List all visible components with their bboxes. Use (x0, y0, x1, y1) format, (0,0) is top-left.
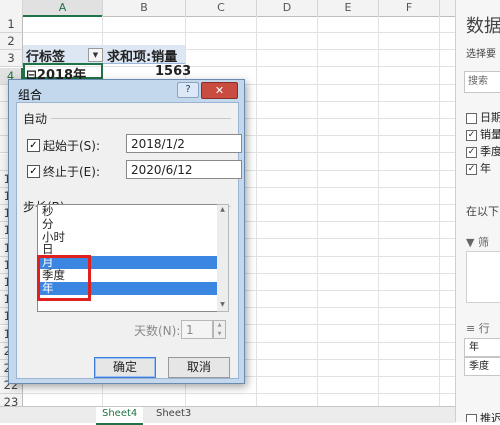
column-header-b[interactable]: B (103, 0, 186, 17)
start-label: 起始于(S): (43, 139, 101, 153)
start-input[interactable]: 2018/1/2 (126, 134, 242, 153)
days-input[interactable]: 1 (181, 320, 213, 339)
close-button[interactable]: ✕ (201, 82, 238, 99)
rows-area-label: ≡ 行 (466, 322, 490, 335)
row-header[interactable]: 1 (0, 16, 23, 33)
divider (51, 118, 231, 119)
field-quarter-checkbox[interactable]: ✓ (466, 146, 477, 158)
tab-sheet4[interactable]: Sheet4 (96, 407, 144, 425)
rows-area-item-year[interactable]: 年 (464, 338, 500, 357)
field-year-checkbox[interactable]: ✓ (466, 163, 477, 175)
gridline (23, 32, 455, 33)
column-header-a[interactable]: A (23, 0, 103, 17)
pivot-field-list-pane: 数据 选择要 搜索 日期 ✓ 销量 ✓ 季度 ✓ 年 在以下 ▼ 筛 ≡ 行 年 季度… (455, 0, 500, 422)
corner-select-all[interactable] (0, 0, 23, 17)
cancel-button[interactable]: 取消 (168, 357, 230, 378)
days-label: 天数(N): (134, 324, 181, 338)
gridline (439, 16, 440, 406)
scroll-up-icon[interactable]: ▲ (217, 205, 228, 215)
days-spinner[interactable]: ▲ ▼ (213, 320, 226, 339)
filter-area[interactable] (466, 251, 500, 303)
pivot-sum-header: 求和项:销量 (107, 50, 178, 65)
field-quarter[interactable]: ✓ 季度 (466, 143, 500, 159)
step-list-item[interactable]: 秒 (38, 205, 218, 218)
step-list-item[interactable]: 小时 (38, 230, 218, 244)
field-sales[interactable]: ✓ 销量 (466, 126, 500, 142)
auto-section-label: 自动 (23, 112, 48, 126)
row-header[interactable]: 3 (0, 50, 23, 67)
field-search-input[interactable]: 搜索 (464, 71, 500, 93)
row-header[interactable]: 2 (0, 33, 23, 50)
field-sales-checkbox[interactable]: ✓ (466, 129, 477, 141)
column-header-e[interactable]: E (318, 0, 379, 17)
field-label: 销量 (480, 128, 500, 141)
field-label: 季度 (480, 145, 500, 158)
field-label: 日期 (480, 111, 500, 124)
row-label-filter-button[interactable]: ▼ (88, 48, 103, 62)
help-button[interactable]: ? (177, 82, 199, 98)
gridline (256, 16, 257, 406)
tab-sheet3[interactable]: Sheet3 (150, 407, 197, 423)
spin-up-icon[interactable]: ▲ (214, 321, 225, 330)
rows-area-item-quarter[interactable]: 季度 (464, 357, 500, 376)
step-list-item[interactable]: 分 (38, 217, 218, 231)
field-year[interactable]: ✓ 年 (466, 160, 491, 176)
field-label: 年 (480, 162, 491, 175)
dialog-title: 组合 (18, 88, 43, 102)
gridline (23, 393, 455, 394)
pane-subtitle: 选择要 (466, 49, 496, 60)
column-header-f[interactable]: F (379, 0, 440, 17)
end-label: 终止于(E): (43, 165, 100, 179)
annotation-highlight-box (37, 255, 91, 301)
defer-update-checkbox[interactable] (466, 413, 477, 422)
scroll-down-icon[interactable]: ▼ (217, 300, 228, 310)
spin-down-icon[interactable]: ▼ (214, 330, 225, 339)
column-header-g[interactable] (440, 0, 456, 17)
sheet-tab-bar: Sheet4 Sheet3 (0, 406, 455, 425)
ok-button[interactable]: 确定 (94, 357, 156, 378)
field-date-checkbox[interactable] (466, 112, 477, 124)
defer-update-label: 推迟 (480, 412, 500, 422)
filter-area-label: ▼ 筛 (466, 236, 489, 249)
column-header-d[interactable]: D (257, 0, 318, 17)
areas-label: 在以下 (466, 205, 499, 218)
end-checkbox[interactable]: ✓ (27, 165, 40, 178)
step-listbox-scrollbar[interactable]: ▲ ▼ (217, 204, 229, 312)
field-date[interactable]: 日期 (466, 109, 500, 125)
gridline (378, 16, 379, 406)
gridline (317, 16, 318, 406)
pane-title: 数据 (466, 16, 500, 37)
defer-update[interactable]: 推迟 (466, 410, 500, 422)
column-header-c[interactable]: C (186, 0, 257, 17)
start-checkbox[interactable]: ✓ (27, 139, 40, 152)
end-input[interactable]: 2020/6/12 (126, 160, 242, 179)
pivot-first-value: 1563 (155, 64, 192, 79)
